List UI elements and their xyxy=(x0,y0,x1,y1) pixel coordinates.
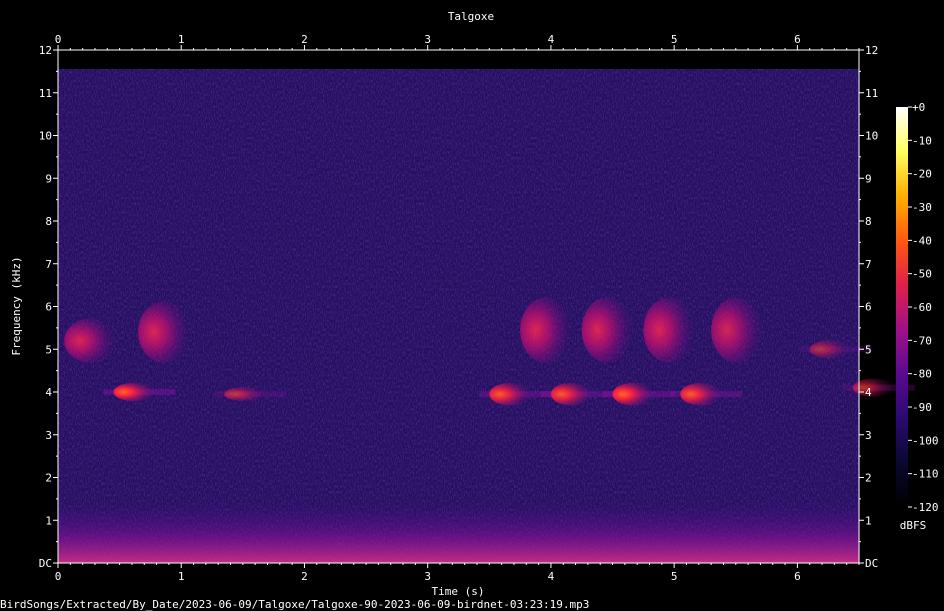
y-tick-label: 3 xyxy=(45,429,52,442)
y-tick-label-right: 10 xyxy=(865,130,878,143)
y-tick-label-right: 7 xyxy=(865,258,872,271)
y-tick-label-right: 1 xyxy=(865,514,872,527)
x-tick-label-top: 3 xyxy=(424,33,431,46)
x-tick-label: 3 xyxy=(424,570,431,583)
y-tick-label-right: 5 xyxy=(865,343,872,356)
y-tick-label-right: 3 xyxy=(865,429,872,442)
x-tick-label-top: 0 xyxy=(55,33,62,46)
x-tick-label-top: 6 xyxy=(794,33,801,46)
y-axis-right: DC123456789101112 xyxy=(859,44,878,570)
song-event xyxy=(612,382,655,406)
y-tick-label: DC xyxy=(39,557,52,570)
colorbar-tick-label: -110 xyxy=(912,468,939,481)
y-tick-label-right: 6 xyxy=(865,301,872,314)
y-tick-label: 8 xyxy=(45,215,52,228)
song-event xyxy=(581,297,634,363)
colorbar-tick-label: +0 xyxy=(912,101,925,114)
colorbar-tick-label: -40 xyxy=(912,234,932,247)
plot-area xyxy=(57,49,915,564)
y-axis-label: Frequency (kHz) xyxy=(10,256,23,355)
y-tick-label: 6 xyxy=(45,301,52,314)
colorbar-tick-label: -50 xyxy=(912,268,932,281)
y-tick-label: 10 xyxy=(39,130,52,143)
y-tick-label: 12 xyxy=(39,44,52,57)
y-tick-label: 1 xyxy=(45,514,52,527)
colorbar-gradient xyxy=(896,107,908,507)
y-tick-label-right: 8 xyxy=(865,215,872,228)
colorbar-tick-label: -10 xyxy=(912,134,932,147)
colorbar-tick-label: -60 xyxy=(912,301,932,314)
x-tick-label: 2 xyxy=(301,570,308,583)
song-event xyxy=(64,318,117,363)
colorbar-tick-label: -30 xyxy=(912,201,932,214)
chart-title: Talgoxe xyxy=(448,10,494,23)
x-axis-label: Time (s) xyxy=(432,585,485,598)
x-tick-label-top: 5 xyxy=(671,33,678,46)
y-tick-label-right: 11 xyxy=(865,87,878,100)
song-event xyxy=(643,297,696,363)
colorbar-label: dBFS xyxy=(900,519,927,532)
song-event xyxy=(138,301,191,363)
song-event xyxy=(680,382,723,406)
x-tick-label: 1 xyxy=(178,570,185,583)
y-tick-label-right: 2 xyxy=(865,472,872,485)
song-event xyxy=(489,382,532,406)
x-axis-bottom: 0 1 2 3 4 5 6 xyxy=(55,563,860,583)
colorbar-tick-label: -70 xyxy=(912,334,932,347)
y-tick-label-right: 4 xyxy=(865,386,872,399)
colorbar-tick-label: -80 xyxy=(912,368,932,381)
y-tick-label-right: 12 xyxy=(865,44,878,57)
x-tick-label: 0 xyxy=(55,570,62,583)
low-frequency-band xyxy=(58,500,859,563)
x-tick-label: 5 xyxy=(671,570,678,583)
x-axis-top: 0 1 2 3 4 5 6 xyxy=(55,33,860,50)
y-tick-label: 11 xyxy=(39,87,52,100)
y-tick-label-right: DC xyxy=(865,557,878,570)
y-tick-label: 2 xyxy=(45,472,52,485)
song-event xyxy=(711,297,764,363)
x-tick-label-top: 1 xyxy=(178,33,185,46)
y-tick-label-right: 9 xyxy=(865,172,872,185)
y-axis-left: DC123456789101112 xyxy=(39,44,58,570)
y-tick-label: 9 xyxy=(45,172,52,185)
y-tick-label: 5 xyxy=(45,343,52,356)
song-event xyxy=(809,339,852,359)
colorbar-tick-label: -120 xyxy=(912,501,939,514)
x-tick-label: 4 xyxy=(548,570,555,583)
colorbar-tick-label: -20 xyxy=(912,168,932,181)
y-tick-label: 7 xyxy=(45,258,52,271)
colorbar: +0 -10 -20 -30 -40 -50 -60 -70 -80 -90 -100 -110 -12… xyxy=(896,101,939,532)
song-event xyxy=(113,382,156,402)
colorbar-tick-label: -90 xyxy=(912,401,932,414)
song-event xyxy=(224,387,267,402)
silent-top-band xyxy=(58,50,859,69)
colorbar-tick-label: -100 xyxy=(912,434,939,447)
colorbar-ticks: +0 -10 -20 -30 -40 -50 -60 -70 -80 -90 -100 -110 -12… xyxy=(908,101,939,514)
x-tick-label-top: 4 xyxy=(548,33,555,46)
file-path: BirdSongs/Extracted/By_Date/2023-06-09/T… xyxy=(0,598,589,611)
x-tick-label-top: 2 xyxy=(301,33,308,46)
song-event xyxy=(550,382,593,406)
x-tick-label: 6 xyxy=(794,570,801,583)
spectrogram-figure: Talgoxe 0123456 0123456 DC12345678910111… xyxy=(0,10,939,611)
song-event xyxy=(520,297,573,363)
y-tick-label: 4 xyxy=(45,386,52,399)
